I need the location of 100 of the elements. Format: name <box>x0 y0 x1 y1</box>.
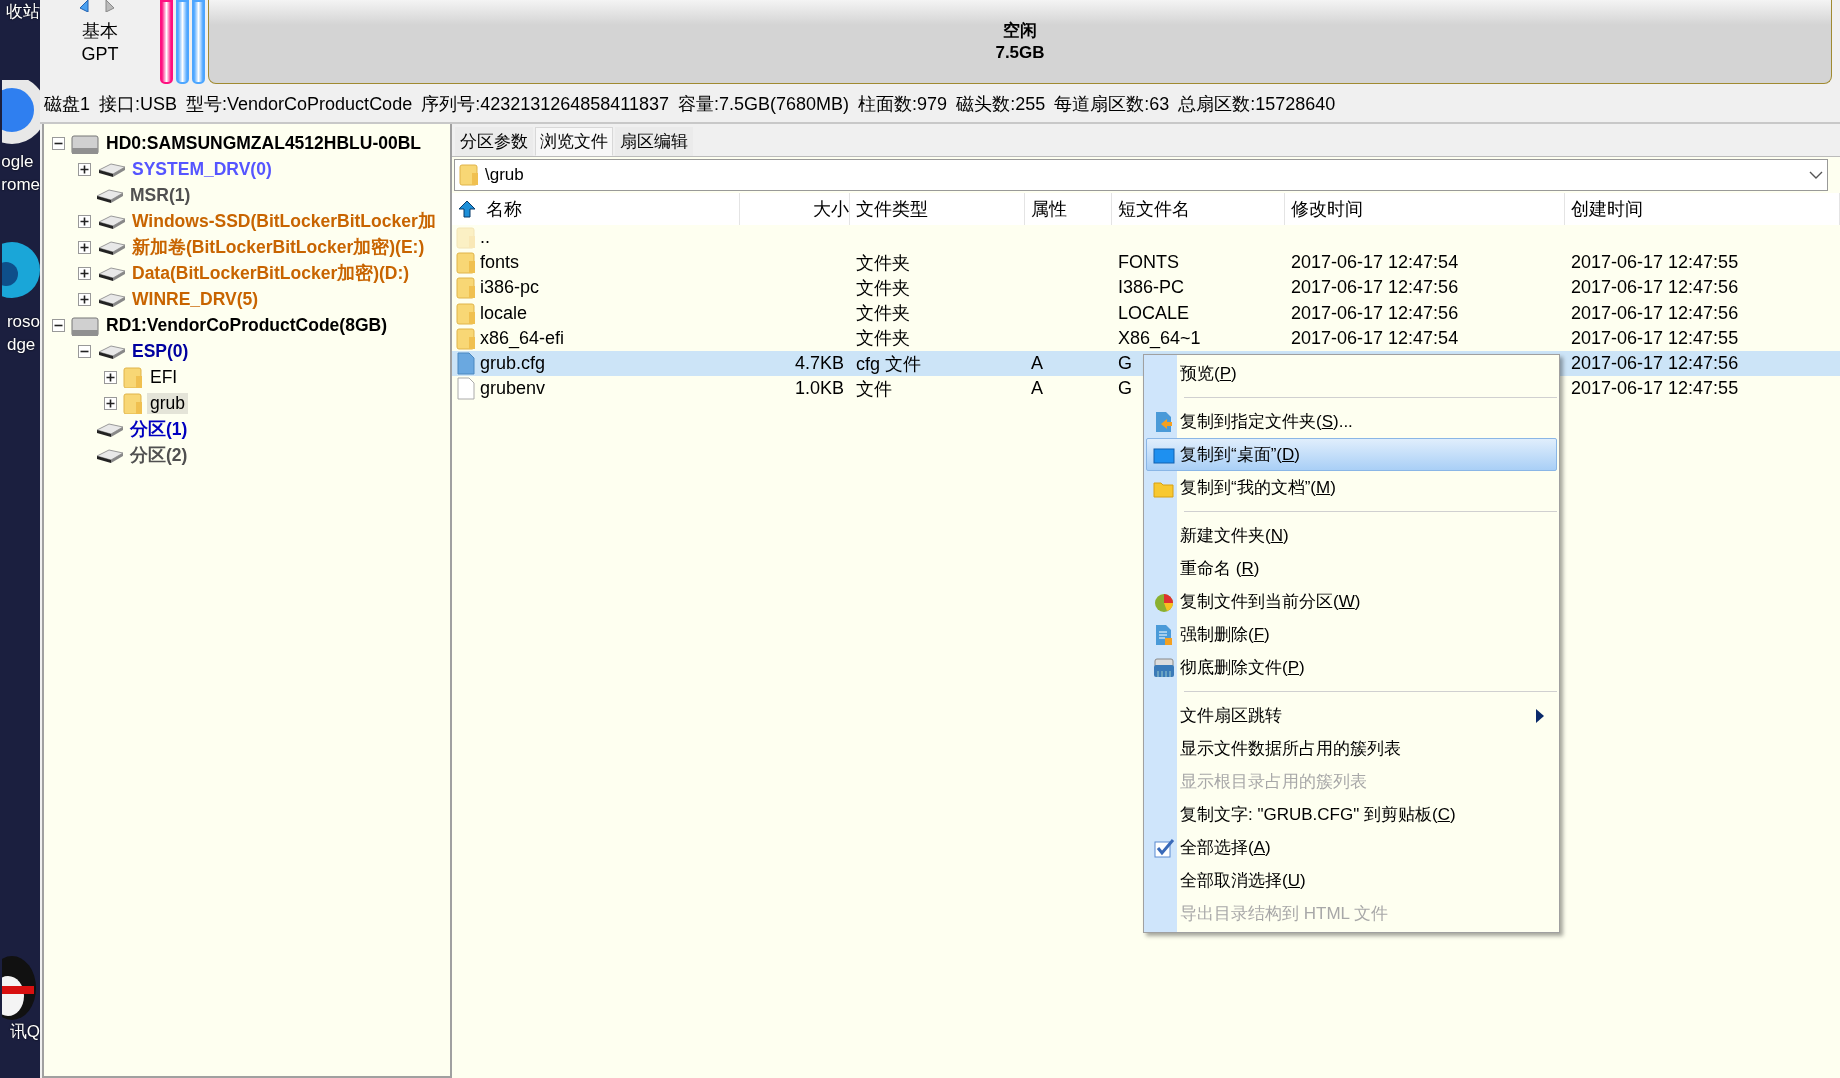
expand-toggle[interactable] <box>78 240 91 254</box>
disk-info-text: 每道扇区数:63 <box>1054 93 1170 116</box>
tree-item[interactable]: MSR(1) <box>127 184 194 206</box>
tree-item[interactable]: grub <box>147 392 189 414</box>
path-field[interactable]: \grub <box>454 159 1828 191</box>
column-header[interactable]: 短文件名 <box>1112 193 1285 225</box>
short-name: G <box>1118 378 1132 399</box>
desktop-icon-label[interactable]: 讯Q <box>9 1020 40 1043</box>
short-name: X86_64~1 <box>1118 327 1201 348</box>
folder-icon <box>459 163 479 187</box>
tree-item[interactable]: 分区(1) <box>127 417 191 441</box>
expand-toggle[interactable] <box>104 396 117 410</box>
tab[interactable]: 扇区编辑 <box>615 127 693 156</box>
menu-item[interactable]: 强制删除(F) <box>1146 618 1557 651</box>
created-time: 2017-06-17 12:47:56 <box>1571 277 1739 298</box>
created-time: 2017-06-17 12:47:56 <box>1571 302 1739 323</box>
column-header[interactable]: 大小 <box>740 193 850 225</box>
file-size: 1.0KB <box>794 378 844 399</box>
menu-item[interactable]: 复制到“桌面”(D) <box>1146 438 1557 471</box>
menu-item[interactable]: 预览(P) <box>1146 357 1557 390</box>
partition-bar[interactable] <box>160 0 173 84</box>
free-space-size: 7.5GB <box>995 41 1045 64</box>
file-size: 4.7KB <box>794 353 844 374</box>
file-name[interactable]: .. <box>480 227 490 249</box>
menu-item[interactable]: 复制到指定文件夹(S)... <box>1146 405 1557 438</box>
disk-info-text: 接口:USB <box>99 93 178 116</box>
short-name: G <box>1118 353 1132 374</box>
expand-toggle[interactable] <box>104 370 117 384</box>
file-name[interactable]: grubenv <box>480 378 546 400</box>
file-name[interactable]: locale <box>480 302 528 324</box>
desktop-icon-label[interactable]: 收站 <box>6 0 40 23</box>
modified-time: 2017-06-17 12:47:54 <box>1291 252 1459 273</box>
partition-bar[interactable] <box>176 0 189 84</box>
menu-item[interactable]: 彻底删除文件(P) <box>1146 651 1557 684</box>
folder-icon <box>123 366 143 388</box>
tree-item[interactable]: RD1:VendorCoProductCode(8GB) <box>103 314 390 336</box>
expand-toggle[interactable] <box>52 318 65 332</box>
desktop-icon-label[interactable]: ogle rome <box>1 150 40 196</box>
column-header[interactable]: 属性 <box>1025 193 1112 225</box>
tree-item[interactable]: WINRE_DRV(5) <box>129 288 262 310</box>
tree-item[interactable]: SYSTEM_DRV(0) <box>129 158 275 180</box>
folder-icon <box>456 301 476 325</box>
expand-toggle[interactable] <box>78 162 91 176</box>
disk-info-text: 磁盘1 <box>44 93 90 116</box>
file-name[interactable]: fonts <box>480 252 520 274</box>
disk-style-label: GPT <box>81 43 119 66</box>
menu-item[interactable]: 全部取消选择(U) <box>1146 864 1557 897</box>
file-name[interactable]: i386-pc <box>480 277 540 299</box>
file-type: 文件夹 <box>856 328 910 349</box>
folder-icon <box>456 276 476 300</box>
tab[interactable]: 分区参数 <box>455 127 533 156</box>
tree-item[interactable]: 分区(2) <box>127 443 191 467</box>
created-time: 2017-06-17 12:47:56 <box>1571 353 1739 374</box>
tab[interactable]: 浏览文件 <box>535 127 613 156</box>
file-icon <box>456 352 476 376</box>
menu-item[interactable]: 重命名 (R) <box>1146 552 1557 585</box>
disk-style-label: 基本 <box>82 20 118 43</box>
tree-item[interactable]: Windows-SSD(BitLockerBitLocker加 <box>129 209 439 233</box>
short-name: FONTS <box>1118 252 1179 273</box>
tree-item[interactable]: HD0:SAMSUNGMZAL4512HBLU-00BL <box>103 132 425 154</box>
created-time: 2017-06-17 12:47:55 <box>1571 327 1739 348</box>
modified-time: 2017-06-17 12:47:56 <box>1291 277 1459 298</box>
file-name[interactable]: grub.cfg <box>480 353 546 375</box>
disk-info-text: 磁头数:255 <box>956 93 1046 116</box>
created-time: 2017-06-17 12:47:55 <box>1571 252 1739 273</box>
file-name[interactable]: x86_64-efi <box>480 327 565 349</box>
expand-toggle[interactable] <box>78 292 91 306</box>
chevron-down-icon[interactable] <box>1809 170 1823 180</box>
file-type: 文件夹 <box>856 303 910 324</box>
column-header[interactable]: 名称 <box>486 197 522 221</box>
expand-toggle[interactable] <box>52 136 65 150</box>
shredder-icon <box>1152 656 1175 679</box>
free-space-label: 空闲 <box>1003 19 1037 42</box>
tree-item[interactable]: EFI <box>147 366 181 388</box>
disk-info-text: 柱面数:979 <box>858 93 948 116</box>
tree-item[interactable]: 新加卷(BitLockerBitLocker加密)(E:) <box>129 235 428 259</box>
expand-toggle[interactable] <box>78 214 91 228</box>
disk-info-text: 总扇区数:15728640 <box>1178 93 1336 116</box>
partition-bar[interactable] <box>192 0 205 84</box>
menu-item[interactable]: 复制文字: "GRUB.CFG" 到剪贴板(C) <box>1146 798 1557 831</box>
menu-item[interactable]: 文件扇区跳转 <box>1146 699 1557 732</box>
up-arrow-icon[interactable] <box>458 200 476 218</box>
file-type: 文件夹 <box>856 252 910 273</box>
menu-item[interactable]: 全部选择(A) <box>1146 831 1557 864</box>
column-header[interactable]: 文件类型 <box>850 193 1025 225</box>
menu-item[interactable]: 显示文件数据所占用的簇列表 <box>1146 732 1557 765</box>
menu-item: 显示根目录占用的簇列表 <box>1179 771 1368 793</box>
expand-toggle[interactable] <box>78 266 91 280</box>
desktop-icon-label[interactable]: roso dge <box>6 310 40 356</box>
free-space-bar[interactable]: 空闲 7.5GB <box>208 0 1832 84</box>
folder-icon <box>123 392 143 414</box>
menu-item[interactable]: 复制文件到当前分区(W) <box>1146 585 1557 618</box>
expand-toggle[interactable] <box>78 344 91 358</box>
menu-item[interactable]: 新建文件夹(N) <box>1146 519 1557 552</box>
disk-info-text: 型号:VendorCoProductCode <box>186 93 413 116</box>
column-header[interactable]: 修改时间 <box>1285 193 1565 225</box>
menu-item[interactable]: 复制到“我的文档”(M) <box>1146 471 1557 504</box>
tree-item[interactable]: Data(BitLockerBitLocker加密)(D:) <box>129 261 413 285</box>
column-header[interactable]: 创建时间 <box>1565 193 1840 225</box>
tree-item[interactable]: ESP(0) <box>129 340 192 362</box>
